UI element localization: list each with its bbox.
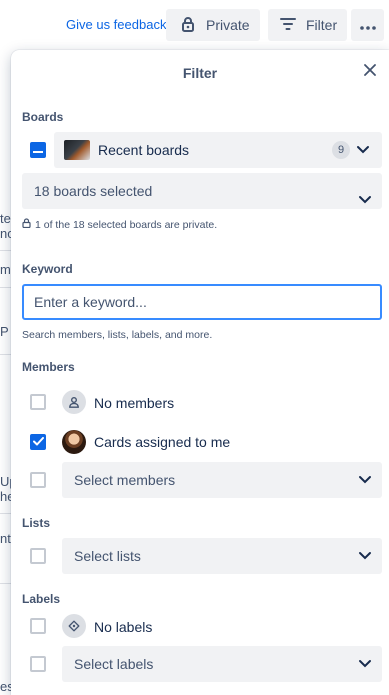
select-lists-dropdown[interactable]: Select lists bbox=[62, 538, 382, 574]
no-members-label: No members bbox=[94, 395, 175, 411]
indeterminate-dash-icon bbox=[33, 141, 43, 159]
assigned-to-me-label: Cards assigned to me bbox=[94, 434, 231, 450]
more-menu-button[interactable] bbox=[351, 9, 384, 41]
visibility-private-button[interactable]: Private bbox=[166, 9, 260, 41]
private-boards-note: 1 of the 18 selected boards are private. bbox=[22, 218, 217, 231]
chevron-down-icon bbox=[358, 183, 372, 219]
select-members-checkbox[interactable] bbox=[30, 472, 46, 488]
lock-icon bbox=[180, 16, 196, 35]
label-tag-icon bbox=[62, 614, 86, 638]
private-button-label: Private bbox=[206, 17, 250, 33]
avatar bbox=[62, 430, 86, 454]
select-labels-placeholder: Select labels bbox=[74, 656, 154, 672]
more-icon bbox=[359, 17, 376, 33]
no-labels-label: No labels bbox=[94, 619, 153, 635]
keyword-hint: Search members, lists, labels, and more. bbox=[22, 329, 213, 341]
chevron-down-icon bbox=[358, 472, 372, 489]
recent-boards-label: Recent boards bbox=[98, 142, 190, 158]
keyword-section-label: Keyword bbox=[22, 262, 73, 276]
lock-icon bbox=[22, 218, 31, 231]
select-members-dropdown[interactable]: Select members bbox=[62, 462, 382, 498]
chevron-down-icon bbox=[358, 548, 372, 565]
keyword-input[interactable] bbox=[22, 284, 382, 320]
select-lists-placeholder: Select lists bbox=[74, 548, 141, 564]
lists-section-label: Lists bbox=[22, 516, 51, 530]
assigned-to-me-checkbox[interactable] bbox=[30, 434, 46, 450]
filter-button[interactable]: Filter bbox=[268, 9, 347, 41]
board-header-toolbar: Give us feedback! Private Filter bbox=[0, 0, 389, 50]
filter-panel: Filter Boards Recent boards 9 18 boards … bbox=[11, 50, 389, 695]
recent-boards-row[interactable]: Recent boards 9 bbox=[54, 132, 382, 168]
boards-section-label: Boards bbox=[22, 110, 64, 124]
members-section-label: Members bbox=[22, 360, 75, 374]
board-thumbnail bbox=[64, 140, 90, 160]
private-note-text: 1 of the 18 selected boards are private. bbox=[35, 218, 218, 231]
chevron-down-icon[interactable] bbox=[356, 142, 370, 161]
select-labels-checkbox[interactable] bbox=[30, 656, 46, 672]
no-labels-checkbox[interactable] bbox=[30, 618, 46, 634]
background-card-fragment: P bbox=[0, 324, 9, 339]
boards-selected-label: 18 boards selected bbox=[34, 183, 153, 199]
filter-button-label: Filter bbox=[306, 17, 338, 33]
background-card-fragment: te bbox=[0, 211, 11, 226]
close-icon bbox=[364, 63, 376, 81]
filter-icon bbox=[280, 17, 296, 34]
background-card-fragment: nt bbox=[0, 531, 11, 546]
recent-boards-count-badge: 9 bbox=[332, 141, 350, 159]
recent-boards-checkbox[interactable] bbox=[30, 142, 46, 158]
person-icon bbox=[62, 390, 86, 414]
select-lists-checkbox[interactable] bbox=[30, 548, 46, 564]
labels-section-label: Labels bbox=[22, 592, 61, 606]
checkmark-icon bbox=[32, 433, 44, 451]
no-members-checkbox[interactable] bbox=[30, 394, 46, 410]
select-labels-dropdown[interactable]: Select labels bbox=[62, 646, 382, 682]
feedback-link[interactable]: Give us feedback! bbox=[66, 17, 170, 32]
close-button[interactable] bbox=[359, 61, 381, 83]
panel-title: Filter bbox=[182, 65, 218, 81]
boards-selected-dropdown[interactable]: 18 boards selected bbox=[22, 173, 382, 209]
chevron-down-icon bbox=[358, 656, 372, 673]
select-members-placeholder: Select members bbox=[74, 472, 176, 488]
